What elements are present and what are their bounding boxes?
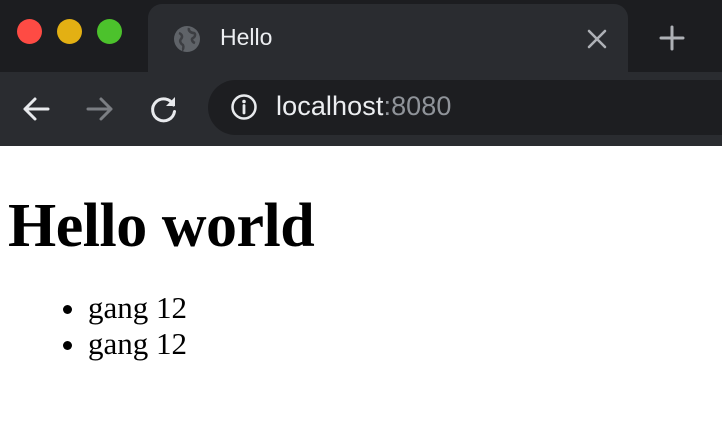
- page-content: Hello world gang 12 gang 12: [0, 146, 722, 362]
- close-window-button[interactable]: [17, 19, 42, 44]
- window-controls: [17, 19, 122, 44]
- tab-title: Hello: [220, 24, 273, 50]
- browser-toolbar: localhost:8080: [0, 72, 722, 146]
- url-port: :8080: [383, 91, 452, 121]
- plus-icon[interactable]: [658, 24, 686, 52]
- item-list: gang 12 gang 12: [8, 290, 722, 362]
- maximize-window-button[interactable]: [97, 19, 122, 44]
- globe-icon: [174, 26, 200, 52]
- url-text: localhost:8080: [276, 91, 452, 122]
- reload-icon[interactable]: [149, 94, 179, 124]
- browser-titlebar: Hello: [0, 0, 722, 72]
- minimize-window-button[interactable]: [57, 19, 82, 44]
- arrow-left-icon[interactable]: [21, 94, 51, 124]
- list-item: gang 12: [88, 326, 722, 362]
- info-icon[interactable]: [230, 93, 258, 121]
- url-host: localhost: [276, 91, 384, 121]
- close-icon[interactable]: [586, 28, 608, 50]
- arrow-right-icon[interactable]: [85, 94, 115, 124]
- browser-tab[interactable]: Hello: [148, 4, 628, 72]
- address-bar[interactable]: localhost:8080: [208, 80, 722, 135]
- list-item: gang 12: [88, 290, 722, 326]
- page-heading: Hello world: [8, 192, 315, 260]
